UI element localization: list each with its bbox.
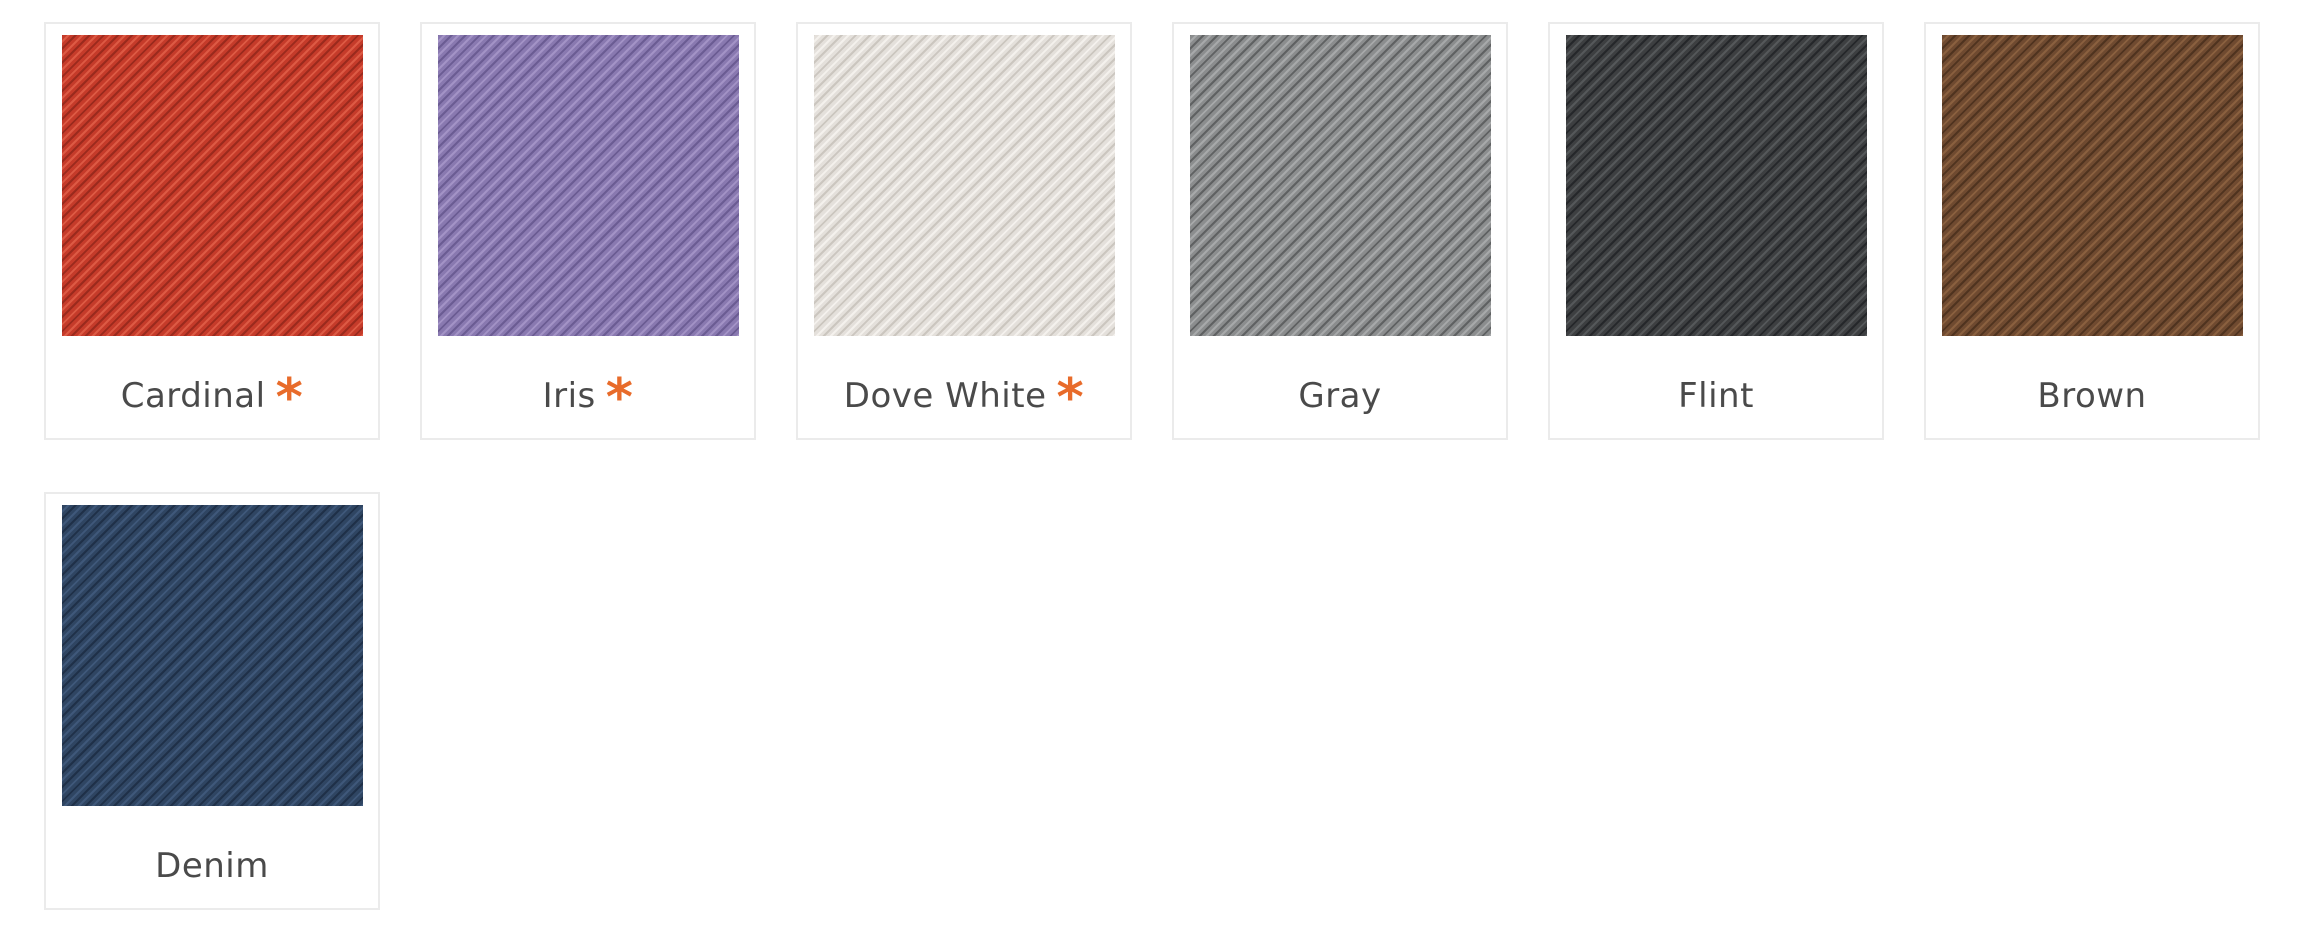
swatch-image [1190, 35, 1491, 336]
swatch-label-row: Cardinal * [46, 368, 378, 428]
swatch-label-row: Flint [1550, 376, 1882, 416]
swatch-card-iris[interactable]: Iris * [420, 22, 756, 440]
swatch-card-cardinal[interactable]: Cardinal * [44, 22, 380, 440]
swatch-card-brown[interactable]: Brown [1924, 22, 2260, 440]
swatch-label-row: Gray [1174, 376, 1506, 416]
swatch-label: Brown [2037, 376, 2147, 416]
swatch-grid: Cardinal * Iris * Dove White * Gray Flint B… [44, 22, 2264, 910]
swatch-image [1942, 35, 2243, 336]
swatch-label-row: Denim [46, 846, 378, 886]
swatch-image [62, 505, 363, 806]
swatch-image [62, 35, 363, 336]
asterisk-icon: * [605, 368, 634, 428]
asterisk-icon: * [275, 368, 304, 428]
swatch-image [1566, 35, 1867, 336]
swatch-card-dove-white[interactable]: Dove White * [796, 22, 1132, 440]
swatch-label-row: Brown [1926, 376, 2258, 416]
swatch-image [814, 35, 1115, 336]
swatch-label-row: Iris * [422, 368, 754, 428]
asterisk-icon: * [1056, 368, 1085, 428]
swatch-image [438, 35, 739, 336]
swatch-label: Flint [1678, 376, 1754, 416]
swatch-card-flint[interactable]: Flint [1548, 22, 1884, 440]
swatch-card-gray[interactable]: Gray [1172, 22, 1508, 440]
swatch-label-row: Dove White * [798, 368, 1130, 428]
swatch-label: Cardinal [120, 376, 266, 416]
swatch-label: Gray [1298, 376, 1382, 416]
swatch-card-denim[interactable]: Denim [44, 492, 380, 910]
swatch-label: Iris [542, 376, 596, 416]
swatch-label: Denim [155, 846, 269, 886]
swatch-label: Dove White [843, 376, 1047, 416]
